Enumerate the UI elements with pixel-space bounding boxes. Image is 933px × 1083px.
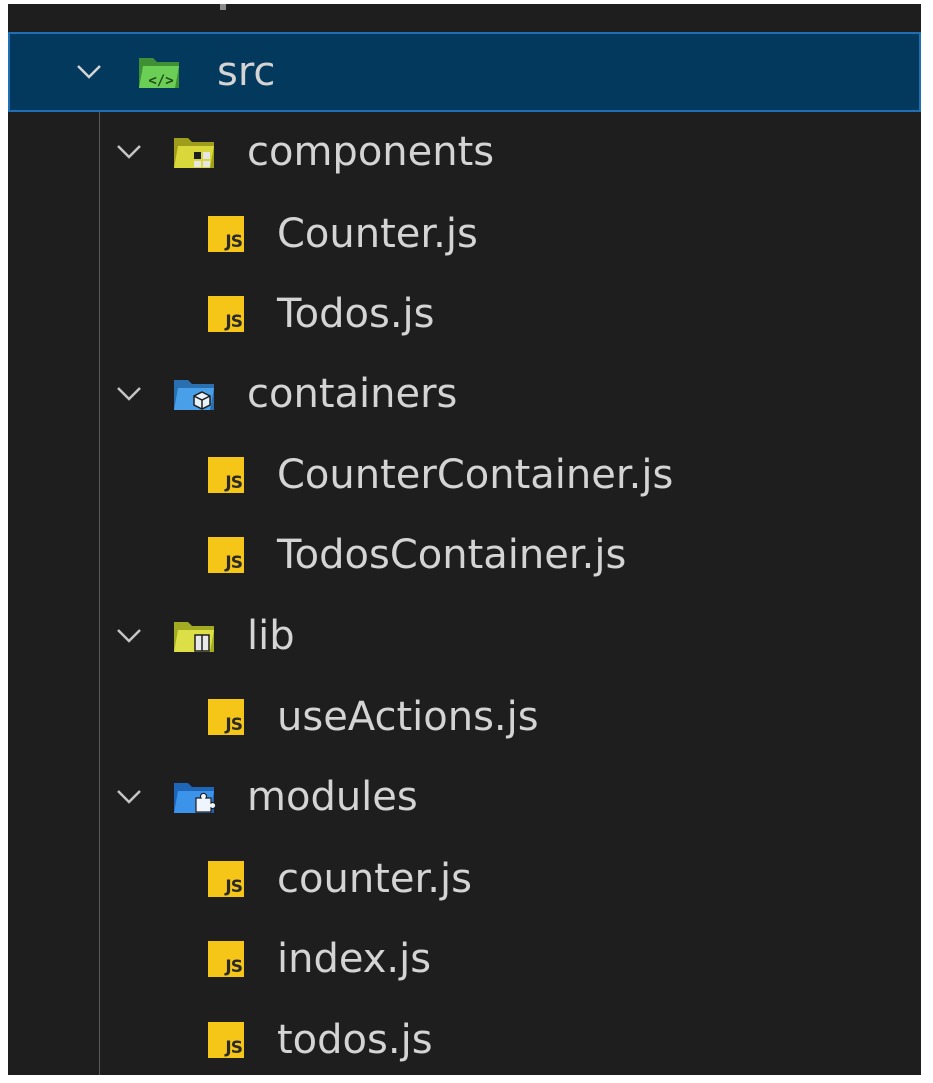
folder-lib-open-icon (171, 613, 217, 659)
tree-item-file[interactable]: JS todos.js (8, 1000, 921, 1075)
svg-text:</>: </> (148, 73, 173, 89)
javascript-file-icon: JS (203, 452, 249, 498)
tree-item-folder-containers[interactable]: containers (8, 354, 921, 434)
javascript-file-icon: JS (203, 211, 249, 257)
tree-item-file[interactable]: JS useActions.js (8, 677, 921, 757)
folder-src-open-icon: </> (136, 49, 182, 95)
tree-item-label: components (247, 129, 495, 175)
javascript-file-icon: JS (203, 936, 249, 982)
folder-modules-open-icon (171, 774, 217, 820)
tree-item-file[interactable]: JS counter.js (8, 839, 921, 919)
chevron-down-icon[interactable] (114, 379, 144, 409)
folder-containers-open-icon (171, 371, 217, 417)
chevron-down-icon[interactable] (74, 57, 104, 87)
scroll-clip-fragment (220, 4, 226, 10)
tree-item-label: modules (247, 774, 418, 820)
file-tree: </> src components JS Counter.js JS Todo… (8, 4, 921, 1075)
tree-item-label: src (217, 49, 276, 95)
javascript-file-icon: JS (203, 694, 249, 740)
chevron-down-icon[interactable] (114, 621, 144, 651)
tree-item-label: counter.js (277, 856, 472, 902)
tree-item-label: Counter.js (277, 211, 478, 257)
tree-item-label: Todos.js (277, 291, 435, 337)
tree-item-label: TodosContainer.js (277, 532, 627, 578)
explorer-panel: </> src components JS Counter.js JS Todo… (8, 4, 921, 1075)
tree-item-label: CounterContainer.js (277, 452, 674, 498)
folder-components-open-icon (171, 129, 217, 175)
tree-item-folder-components[interactable]: components (8, 112, 921, 192)
tree-item-file[interactable]: JS TodosContainer.js (8, 515, 921, 595)
tree-item-file[interactable]: JS Counter.js (8, 194, 921, 274)
tree-item-file[interactable]: JS CounterContainer.js (8, 435, 921, 515)
tree-item-label: index.js (277, 936, 432, 982)
javascript-file-icon: JS (203, 291, 249, 337)
tree-item-folder-lib[interactable]: lib (8, 596, 921, 676)
tree-item-label: lib (247, 613, 295, 659)
javascript-file-icon: JS (203, 856, 249, 902)
tree-item-label: useActions.js (277, 694, 539, 740)
chevron-down-icon[interactable] (114, 782, 144, 812)
tree-item-label: todos.js (277, 1017, 433, 1063)
tree-item-label: containers (247, 371, 458, 417)
tree-item-file[interactable]: JS Todos.js (8, 274, 921, 354)
javascript-file-icon: JS (203, 532, 249, 578)
tree-item-src[interactable]: </> src (8, 32, 921, 112)
tree-item-file[interactable]: JS index.js (8, 919, 921, 999)
chevron-down-icon[interactable] (114, 137, 144, 167)
javascript-file-icon: JS (203, 1017, 249, 1063)
tree-item-folder-modules[interactable]: modules (8, 757, 921, 837)
